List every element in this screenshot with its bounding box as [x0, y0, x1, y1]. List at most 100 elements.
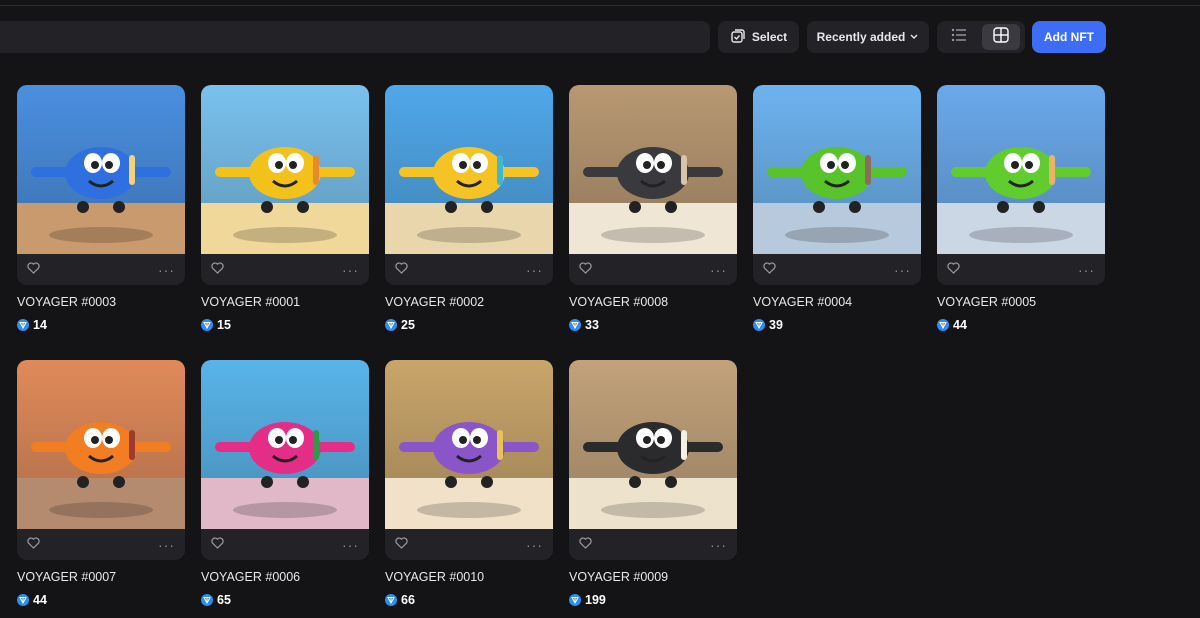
more-options-icon[interactable]: ··· [710, 538, 727, 552]
nft-image[interactable] [201, 360, 369, 529]
list-view-button[interactable] [940, 24, 978, 50]
nft-image[interactable] [569, 85, 737, 254]
nft-price: 65 [201, 593, 231, 607]
nft-card-actions: ··· [17, 529, 185, 560]
nft-image[interactable] [937, 85, 1105, 254]
ton-coin-icon [385, 594, 397, 606]
heart-icon[interactable] [211, 536, 224, 554]
nft-name: VOYAGER #0004 [753, 295, 853, 309]
nft-image[interactable] [753, 85, 921, 254]
nft-card[interactable]: ··· VOYAGER #0001 15 [201, 85, 369, 332]
nft-card[interactable]: ··· VOYAGER #0008 33 [569, 85, 737, 332]
more-options-icon[interactable]: ··· [526, 263, 543, 277]
nft-price-value: 199 [585, 593, 606, 607]
heart-icon[interactable] [395, 261, 408, 279]
nft-price-value: 66 [401, 593, 415, 607]
nft-card[interactable]: ··· VOYAGER #0004 39 [753, 85, 921, 332]
more-options-icon[interactable]: ··· [710, 263, 727, 277]
sort-label: Recently added [816, 30, 906, 44]
nft-image[interactable] [569, 360, 737, 529]
ton-coin-icon [17, 594, 29, 606]
heart-icon[interactable] [395, 536, 408, 554]
nft-card-actions: ··· [201, 529, 369, 560]
select-icon [730, 28, 746, 47]
ton-coin-icon [201, 594, 213, 606]
heart-icon[interactable] [947, 261, 960, 279]
nft-name: VOYAGER #0006 [201, 570, 301, 584]
heart-icon[interactable] [763, 261, 776, 279]
heart-icon[interactable] [579, 261, 592, 279]
heart-icon[interactable] [211, 261, 224, 279]
more-options-icon[interactable]: ··· [894, 263, 911, 277]
more-options-icon[interactable]: ··· [158, 263, 175, 277]
nft-name: VOYAGER #0002 [385, 295, 485, 309]
nft-price: 14 [17, 318, 47, 332]
nft-card[interactable]: ··· VOYAGER #0007 44 [17, 360, 185, 607]
nft-price: 25 [385, 318, 415, 332]
nft-image[interactable] [17, 360, 185, 529]
nft-price-value: 15 [217, 318, 231, 332]
header-divider [0, 5, 1200, 6]
ton-coin-icon [753, 319, 765, 331]
nft-name: VOYAGER #0007 [17, 570, 117, 584]
nft-image[interactable] [385, 85, 553, 254]
search-bar[interactable] [0, 21, 710, 53]
nft-card-actions: ··· [937, 254, 1105, 285]
heart-icon[interactable] [579, 536, 592, 554]
nft-price-value: 65 [217, 593, 231, 607]
nft-card[interactable]: ··· VOYAGER #0006 65 [201, 360, 369, 607]
nft-name: VOYAGER #0001 [201, 295, 301, 309]
ton-coin-icon [937, 319, 949, 331]
nft-card-actions: ··· [385, 529, 553, 560]
nft-price: 66 [385, 593, 415, 607]
nft-price: 39 [753, 318, 783, 332]
more-options-icon[interactable]: ··· [526, 538, 543, 552]
nft-card-actions: ··· [17, 254, 185, 285]
nft-card-actions: ··· [201, 254, 369, 285]
nft-image[interactable] [201, 85, 369, 254]
add-nft-button[interactable]: Add NFT [1032, 21, 1106, 53]
nft-price-value: 44 [953, 318, 967, 332]
nft-name: VOYAGER #0009 [569, 570, 669, 584]
view-toggle [937, 21, 1025, 53]
nft-card-actions: ··· [569, 529, 737, 560]
heart-icon[interactable] [27, 261, 40, 279]
nft-name: VOYAGER #0005 [937, 295, 1037, 309]
ton-coin-icon [569, 319, 581, 331]
nft-price: 199 [569, 593, 606, 607]
ton-coin-icon [201, 319, 213, 331]
add-nft-label: Add NFT [1044, 30, 1094, 44]
nft-card[interactable]: ··· VOYAGER #0005 44 [937, 85, 1105, 332]
nft-card-actions: ··· [385, 254, 553, 285]
nft-price-value: 33 [585, 318, 599, 332]
list-icon [951, 28, 967, 47]
nft-card-actions: ··· [569, 254, 737, 285]
nft-card[interactable]: ··· VOYAGER #0003 14 [17, 85, 185, 332]
select-label: Select [751, 30, 788, 44]
nft-name: VOYAGER #0008 [569, 295, 669, 309]
chevron-down-icon [909, 30, 919, 44]
nft-image[interactable] [385, 360, 553, 529]
grid-view-button[interactable] [982, 24, 1020, 50]
nft-image[interactable] [17, 85, 185, 254]
select-button[interactable]: Select [718, 21, 799, 53]
nft-price-value: 44 [33, 593, 47, 607]
nft-card[interactable]: ··· VOYAGER #0002 25 [385, 85, 553, 332]
nft-price-value: 14 [33, 318, 47, 332]
nft-card[interactable]: ··· VOYAGER #0010 66 [385, 360, 553, 607]
nft-name: VOYAGER #0003 [17, 295, 117, 309]
sort-dropdown[interactable]: Recently added [807, 21, 929, 53]
more-options-icon[interactable]: ··· [342, 263, 359, 277]
nft-price-value: 25 [401, 318, 415, 332]
heart-icon[interactable] [27, 536, 40, 554]
nft-price-value: 39 [769, 318, 783, 332]
nft-card[interactable]: ··· VOYAGER #0009 199 [569, 360, 737, 607]
grid-icon [993, 26, 1009, 48]
more-options-icon[interactable]: ··· [1078, 263, 1095, 277]
more-options-icon[interactable]: ··· [342, 538, 359, 552]
nft-price: 44 [17, 593, 47, 607]
ton-coin-icon [17, 319, 29, 331]
ton-coin-icon [569, 594, 581, 606]
nft-price: 44 [937, 318, 967, 332]
more-options-icon[interactable]: ··· [158, 538, 175, 552]
